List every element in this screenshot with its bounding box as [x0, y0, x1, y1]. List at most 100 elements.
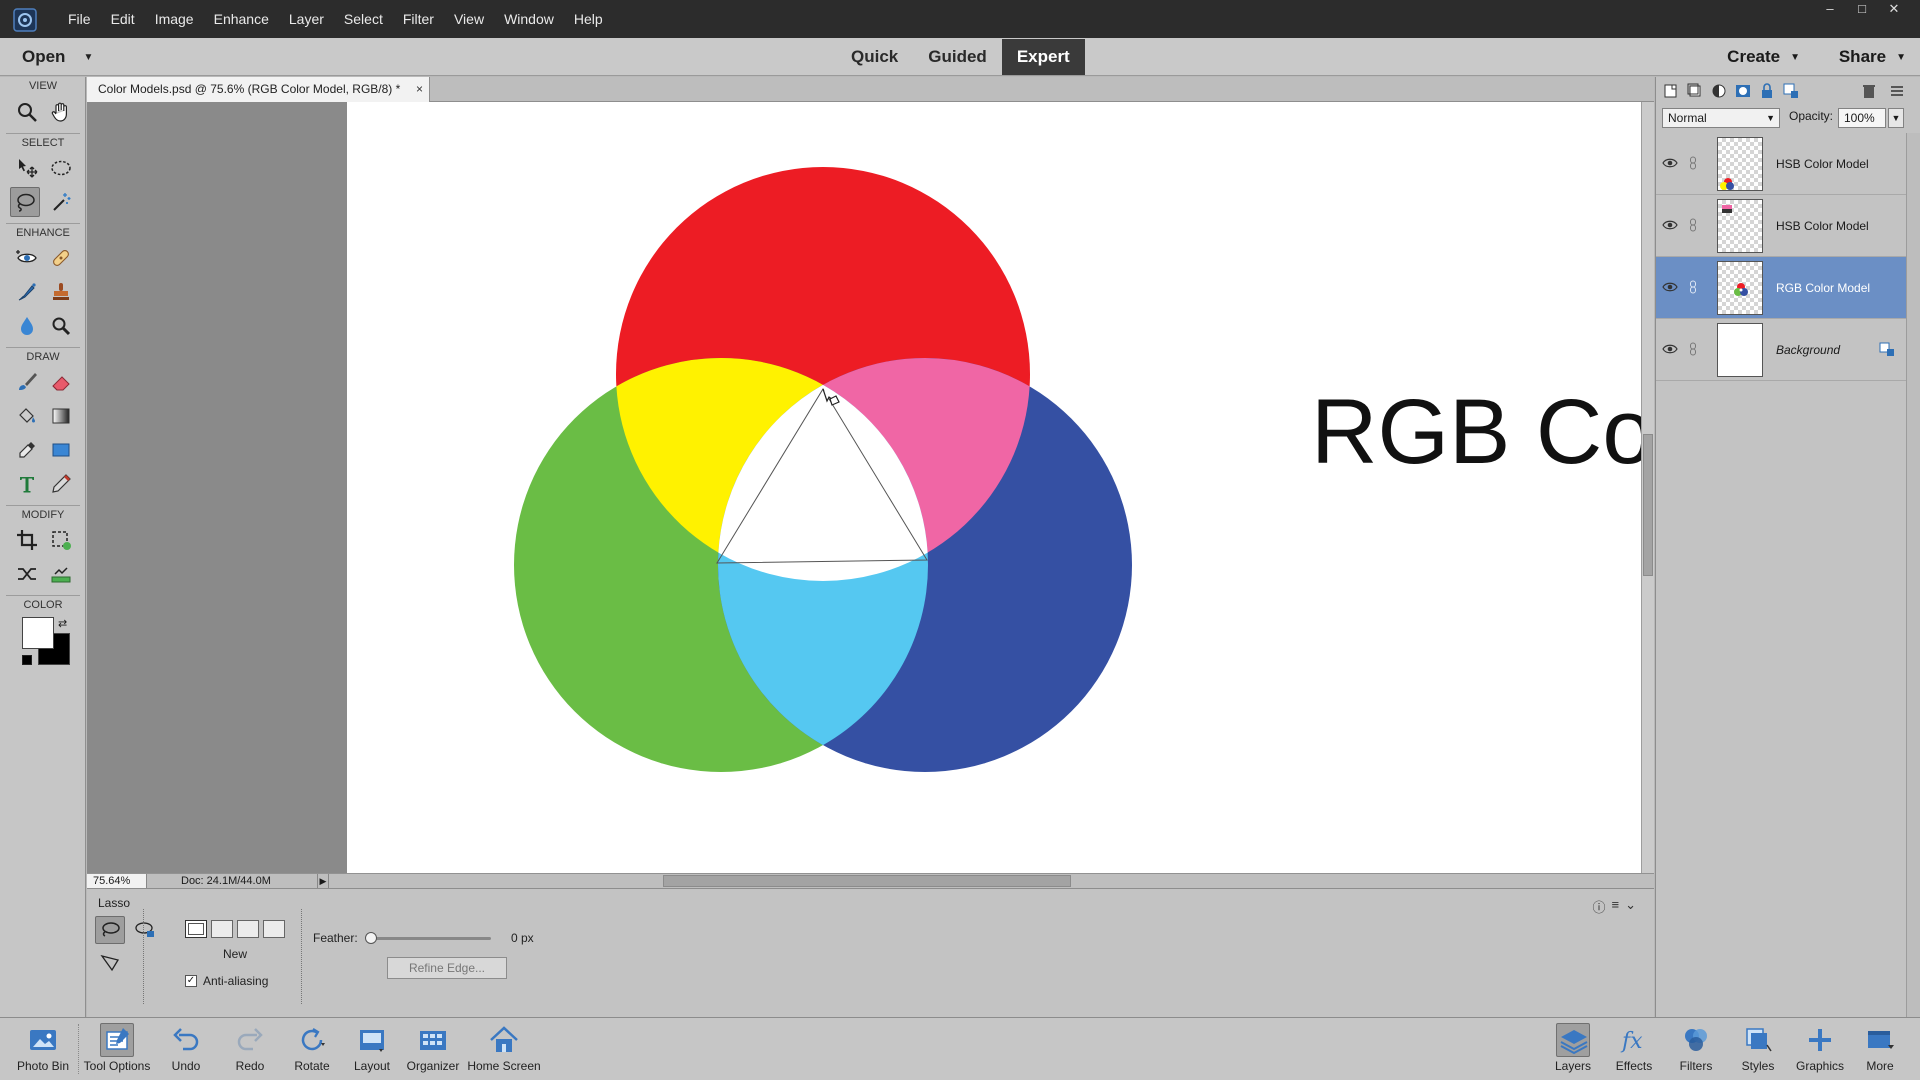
photo-bin-button[interactable]: Photo Bin — [10, 1018, 76, 1080]
layers-button[interactable]: Layers — [1544, 1018, 1602, 1080]
close-tab-icon[interactable]: × — [416, 77, 423, 102]
default-colors-icon[interactable] — [22, 655, 32, 665]
new-layer-icon[interactable] — [1662, 82, 1680, 100]
app-logo-icon[interactable] — [12, 7, 38, 33]
menu-image[interactable]: Image — [145, 0, 204, 38]
move-tool[interactable] — [12, 153, 42, 183]
clone-stamp-tool[interactable] — [46, 277, 76, 307]
pencil-tool[interactable] — [46, 469, 76, 499]
link-icon[interactable] — [1689, 341, 1697, 357]
restore-button[interactable]: □ — [1846, 0, 1878, 20]
type-tool[interactable] — [12, 469, 42, 499]
effects-button[interactable]: fx Effects — [1606, 1018, 1662, 1080]
layer-row[interactable]: HSB Color Model — [1656, 195, 1906, 257]
menu-file[interactable]: File — [58, 0, 101, 38]
minimize-button[interactable]: – — [1814, 0, 1846, 20]
eraser-tool[interactable] — [46, 367, 76, 397]
red-eye-tool[interactable] — [12, 243, 42, 273]
redo-button[interactable]: Redo — [224, 1018, 276, 1080]
blur-tool[interactable] — [12, 311, 42, 341]
layer-row[interactable]: Background — [1656, 319, 1906, 381]
tab-quick[interactable]: Quick — [836, 39, 913, 75]
intersect-selection-button[interactable] — [263, 920, 285, 938]
eye-icon[interactable] — [1662, 279, 1678, 295]
subtract-from-selection-button[interactable] — [237, 920, 259, 938]
document-canvas[interactable]: RGB Co — [347, 102, 1641, 873]
canvas-area[interactable]: RGB Co — [87, 102, 1641, 873]
more-button[interactable]: More — [1854, 1018, 1906, 1080]
zoom-level-field[interactable]: 75.64% — [87, 874, 147, 888]
share-button[interactable]: Share ▼ — [1839, 38, 1906, 76]
menu-filter[interactable]: Filter — [393, 0, 444, 38]
tab-guided[interactable]: Guided — [913, 39, 1002, 75]
eyedropper-tool[interactable] — [12, 435, 42, 465]
eye-icon[interactable] — [1662, 217, 1678, 233]
graphics-button[interactable]: Graphics — [1792, 1018, 1848, 1080]
zoom-tool[interactable] — [12, 97, 42, 127]
refine-edge-button[interactable]: Refine Edge... — [387, 957, 507, 979]
filters-button[interactable]: Filters — [1668, 1018, 1724, 1080]
styles-button[interactable]: Styles — [1730, 1018, 1786, 1080]
opacity-dropdown-icon[interactable]: ▼ — [1888, 108, 1904, 128]
smart-brush-tool[interactable] — [12, 277, 42, 307]
link-icon[interactable] — [1689, 155, 1697, 171]
crop-tool[interactable] — [12, 525, 42, 555]
layers-scrollbar[interactable] — [1906, 133, 1920, 1017]
feather-slider-track[interactable] — [371, 937, 491, 940]
menu-window[interactable]: Window — [494, 0, 564, 38]
new-selection-button[interactable] — [185, 920, 207, 938]
lasso-tool[interactable] — [10, 187, 40, 217]
home-screen-button[interactable]: Home Screen — [466, 1018, 542, 1080]
tab-expert[interactable]: Expert — [1001, 39, 1085, 75]
layer-row[interactable]: HSB Color Model — [1656, 133, 1906, 195]
create-button[interactable]: Create ▼ — [1727, 38, 1800, 76]
feather-slider-knob[interactable] — [365, 932, 377, 944]
menu-edit[interactable]: Edit — [101, 0, 145, 38]
menu-enhance[interactable]: Enhance — [204, 0, 279, 38]
rotate-button[interactable]: Rotate — [286, 1018, 338, 1080]
layer-mask-icon[interactable] — [1734, 82, 1752, 100]
adjustment-layer-icon[interactable] — [1710, 82, 1728, 100]
link-icon[interactable] — [1689, 217, 1697, 233]
eye-icon[interactable] — [1662, 341, 1678, 357]
blend-mode-select[interactable]: Normal ▼ — [1662, 108, 1780, 128]
document-tab[interactable]: Color Models.psd @ 75.6% (RGB Color Mode… — [87, 77, 430, 102]
collapse-panel-icon[interactable]: ⌄ — [1625, 897, 1636, 916]
canvas-vertical-scrollbar[interactable] — [1641, 102, 1654, 873]
layer-row-selected[interactable]: RGB Color Model — [1656, 257, 1906, 319]
polygonal-lasso-button[interactable] — [95, 949, 125, 977]
panel-menu-icon[interactable]: ≡ — [1612, 897, 1620, 916]
brush-tool[interactable] — [12, 367, 42, 397]
magnetic-lasso-button[interactable] — [129, 916, 159, 944]
shape-tool[interactable] — [46, 435, 76, 465]
recompose-tool[interactable] — [46, 525, 76, 555]
anti-aliasing-checkbox[interactable]: ✓ — [185, 975, 197, 987]
help-icon[interactable]: ⓘ — [1592, 897, 1605, 916]
lasso-variant-button[interactable] — [95, 916, 125, 944]
horizontal-scroll-thumb[interactable] — [663, 875, 1071, 887]
magic-wand-tool[interactable] — [46, 187, 76, 217]
hand-tool[interactable] — [46, 97, 76, 127]
spot-healing-tool[interactable] — [46, 243, 76, 273]
menu-help[interactable]: Help — [564, 0, 613, 38]
new-group-icon[interactable] — [1686, 82, 1704, 100]
menu-layer[interactable]: Layer — [279, 0, 334, 38]
paint-bucket-tool[interactable] — [12, 401, 42, 431]
swap-colors-icon[interactable]: ⇄ — [58, 617, 67, 630]
tool-options-button[interactable]: Tool Options — [80, 1018, 154, 1080]
menu-view[interactable]: View — [444, 0, 494, 38]
layout-button[interactable]: Layout — [346, 1018, 398, 1080]
menu-select[interactable]: Select — [334, 0, 393, 38]
straighten-tool[interactable] — [46, 559, 76, 589]
eye-icon[interactable] — [1662, 155, 1678, 171]
organizer-button[interactable]: Organizer — [404, 1018, 462, 1080]
lock-icon[interactable] — [1878, 341, 1896, 357]
panel-options-icon[interactable] — [1888, 82, 1906, 100]
trash-icon[interactable] — [1860, 82, 1878, 100]
content-aware-move-tool[interactable] — [12, 559, 42, 589]
close-window-button[interactable]: ✕ — [1878, 0, 1910, 20]
sponge-tool[interactable] — [46, 311, 76, 341]
undo-button[interactable]: Undo — [160, 1018, 212, 1080]
lock-all-icon[interactable] — [1782, 82, 1800, 100]
vertical-scroll-thumb[interactable] — [1643, 434, 1653, 576]
